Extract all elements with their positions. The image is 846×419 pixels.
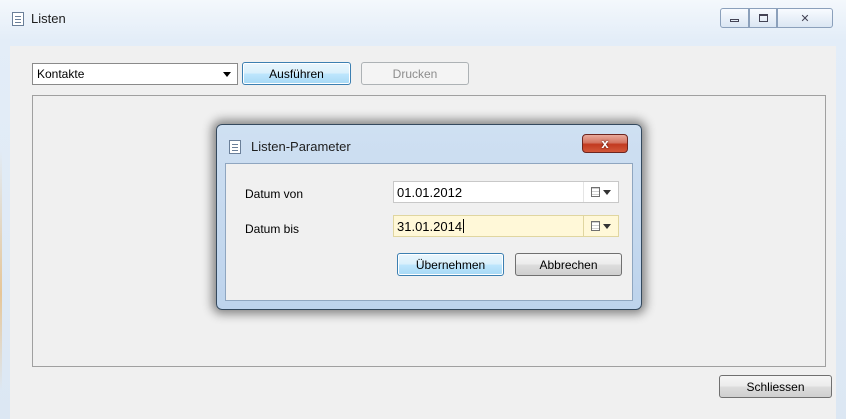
list-window-icon <box>12 12 24 26</box>
titlebar: Listen ✕ <box>0 0 846 46</box>
cancel-button[interactable]: Abbrechen <box>515 253 622 276</box>
window-edge-glow <box>0 150 2 390</box>
text-caret <box>463 219 465 233</box>
date-to-value: 31.01.2014 <box>397 219 463 234</box>
window-title: Listen <box>31 11 66 26</box>
calendar-icon <box>591 187 600 197</box>
apply-button[interactable]: Übernehmen <box>397 253 504 276</box>
minimize-icon <box>730 19 739 22</box>
dialog-title: Listen-Parameter <box>251 139 351 154</box>
dropdown-arrow-icon <box>223 72 231 77</box>
dialog-close-button[interactable]: x <box>582 134 628 153</box>
date-from-field[interactable]: 01.01.2012 <box>393 181 619 203</box>
date-to-picker-button[interactable] <box>583 216 618 236</box>
date-from-picker-button[interactable] <box>583 182 618 202</box>
calendar-icon <box>591 221 600 231</box>
list-type-select[interactable]: Kontakte <box>32 63 238 85</box>
date-to-label: Datum bis <box>245 222 300 236</box>
close-icon: ✕ <box>800 12 810 25</box>
dropdown-arrow-icon <box>603 223 611 229</box>
close-button[interactable]: Schliessen <box>719 375 832 398</box>
window-close-button[interactable]: ✕ <box>777 8 833 28</box>
maximize-button[interactable] <box>749 8 777 28</box>
dropdown-arrow-icon <box>603 189 611 195</box>
list-type-value: Kontakte <box>37 67 85 81</box>
dialog-close-icon: x <box>601 136 609 151</box>
date-from-label: Datum von <box>245 187 304 201</box>
run-button[interactable]: Ausführen <box>242 62 351 85</box>
date-to-text: 31.01.2014 <box>397 219 465 234</box>
dialog-list-icon <box>229 140 241 154</box>
minimize-button[interactable] <box>720 8 749 28</box>
listen-window: Listen ✕ Kontakte Ausführen Drucken Schl… <box>0 0 846 419</box>
maximize-icon <box>758 14 768 22</box>
list-parameter-dialog: Listen-Parameter x Datum von 01.01.2012 … <box>216 124 642 310</box>
dialog-client-area: Datum von 01.01.2012 Datum bis 31.01.201… <box>225 163 633 301</box>
date-from-value: 01.01.2012 <box>397 185 463 200</box>
print-button: Drucken <box>361 62 469 85</box>
date-to-field[interactable]: 31.01.2014 <box>393 215 619 237</box>
